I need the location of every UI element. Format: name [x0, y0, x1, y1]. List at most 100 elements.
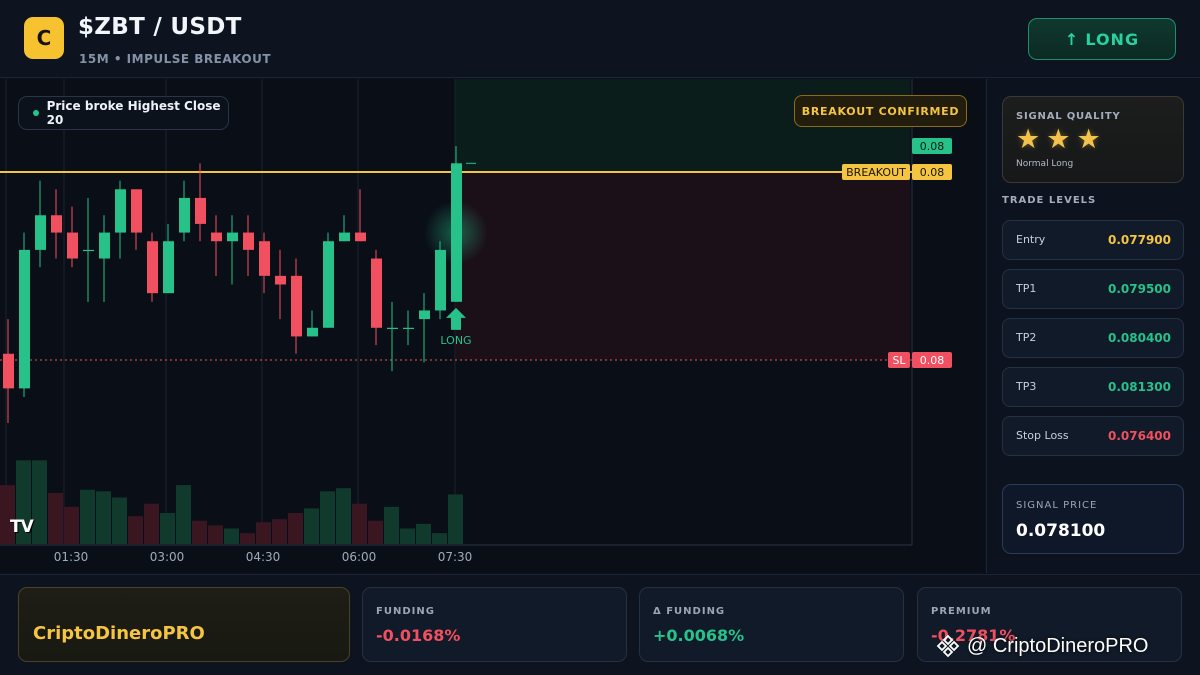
- signal-quality-card: SIGNAL QUALITY ★ ★ ★ Normal Long: [1002, 96, 1184, 183]
- candle-body: [35, 215, 46, 250]
- volume-bar: [240, 533, 255, 544]
- volume-bar: [448, 494, 463, 544]
- watermark-text: @ CriptoDineroPRO: [967, 634, 1149, 657]
- trade-level-value: 0.079500: [1107, 282, 1171, 296]
- candle-body: [243, 232, 254, 250]
- sl-label: SL: [892, 354, 906, 367]
- trade-level-row: Entry 0.077900: [1002, 220, 1184, 260]
- candle-body: [147, 241, 158, 294]
- volume-bar: [32, 460, 47, 544]
- star-icon: ★: [1076, 124, 1101, 155]
- time-label: 06:00: [341, 550, 377, 564]
- volume-bar: [352, 503, 367, 544]
- volume-bar: [336, 488, 351, 544]
- trade-level-name: Stop Loss: [1016, 429, 1069, 442]
- long-signal-button[interactable]: ↑ LONG: [1028, 18, 1176, 60]
- volume-bar: [224, 528, 239, 544]
- trade-level-name: TP2: [1016, 331, 1037, 344]
- star-icon: ★: [1046, 124, 1071, 155]
- signal-price-card: SIGNAL PRICE 0.078100: [1002, 484, 1184, 554]
- header-bar: C $ZBT / USDT 15M • IMPULSE BREAKOUT ↑ L…: [0, 0, 1200, 78]
- volume-bar: [368, 520, 383, 544]
- volume-bar: [384, 506, 399, 544]
- volume-bar: [144, 503, 159, 544]
- app-logo: C: [24, 17, 64, 59]
- volume-bar: [416, 523, 431, 544]
- candle-body: [131, 189, 142, 233]
- time-label: 07:30: [437, 550, 473, 564]
- brand-card: CriptoDineroPRO: [18, 587, 350, 662]
- status-dot-icon: [33, 110, 39, 116]
- candle-body: [195, 197, 206, 224]
- volume-bar: [320, 491, 335, 544]
- breakout-confirmed-badge: BREAKOUT CONFIRMED: [794, 95, 967, 127]
- watermark: @ CriptoDineroPRO: [935, 633, 1148, 659]
- time-label: 01:30: [53, 550, 89, 564]
- pair-title: $ZBT / USDT: [78, 14, 242, 40]
- delta-funding-card: Δ FUNDING +0.0068%: [639, 587, 904, 662]
- candle-body: [99, 232, 110, 259]
- signal-quality-title: SIGNAL QUALITY: [1016, 111, 1121, 122]
- volume-bar: [160, 513, 175, 544]
- price-tag-top: 0.08: [920, 140, 945, 153]
- volume-bar: [80, 489, 95, 544]
- candle-body: [371, 258, 382, 328]
- volume-bar: [96, 491, 111, 544]
- long-signal-marker: LONG: [440, 334, 471, 347]
- breakout-note: Price broke Highest Close 20: [18, 96, 229, 130]
- trade-level-row: Stop Loss 0.076400: [1002, 416, 1184, 456]
- candle-body: [435, 249, 446, 311]
- candle-body: [355, 232, 366, 242]
- trade-level-value: 0.077900: [1107, 233, 1171, 247]
- trade-levels-title: TRADE LEVELS: [1002, 195, 1097, 206]
- volume-bar: [400, 528, 415, 544]
- signal-quality-subtitle: Normal Long: [1016, 159, 1074, 169]
- time-label: 03:00: [149, 550, 185, 564]
- candle-body: [387, 327, 398, 329]
- volume-bar: [288, 513, 303, 544]
- trade-level-value: 0.080400: [1107, 331, 1171, 345]
- funding-label: FUNDING: [376, 606, 435, 617]
- volume-bar: [128, 516, 143, 544]
- candle-body: [227, 232, 238, 242]
- signal-price-label: SIGNAL PRICE: [1016, 500, 1098, 511]
- candle-body: [323, 241, 334, 328]
- breakout-price-tag: 0.08: [920, 166, 945, 179]
- candle-body: [291, 275, 302, 337]
- star-icon: ★: [1016, 124, 1041, 155]
- candle-body: [179, 197, 190, 233]
- candle-body: [51, 215, 62, 233]
- brand-name: CriptoDineroPRO: [33, 623, 205, 644]
- star-rating: ★ ★ ★: [1016, 125, 1101, 155]
- volume-bar: [272, 519, 287, 544]
- candle-body: [115, 189, 126, 233]
- candle-body: [307, 327, 318, 337]
- candle-body: [419, 310, 430, 320]
- long-signal-label: LONG: [1085, 29, 1140, 49]
- trade-level-name: TP1: [1016, 282, 1037, 295]
- volume-bar: [192, 520, 207, 544]
- delta-funding-label: Δ FUNDING: [653, 606, 726, 617]
- premium-label: PREMIUM: [931, 606, 992, 617]
- volume-bar: [64, 506, 79, 544]
- candlestick-chart[interactable]: LONG 0.08 BREAKOUT 0.08 SL 0.08: [0, 79, 985, 573]
- volume-bar: [304, 508, 319, 544]
- arrow-up-icon: ↑: [1064, 29, 1080, 49]
- delta-funding-value: +0.0068%: [653, 626, 745, 645]
- signal-price-value: 0.078100: [1016, 521, 1106, 541]
- volume-bar: [48, 492, 63, 544]
- funding-value: -0.0168%: [376, 626, 461, 645]
- funding-card: FUNDING -0.0168%: [362, 587, 627, 662]
- volume-bar: [112, 497, 127, 544]
- price-chart[interactable]: LONG 0.08 BREAKOUT 0.08 SL 0.08: [0, 79, 985, 573]
- candle-body: [3, 353, 14, 389]
- volume-bar: [432, 533, 447, 544]
- time-label: 04:30: [245, 550, 281, 564]
- trade-level-row: TP1 0.079500: [1002, 269, 1184, 309]
- candle-body: [19, 249, 30, 389]
- breakout-label: BREAKOUT: [846, 166, 906, 179]
- pair-subtitle: 15M • IMPULSE BREAKOUT: [79, 52, 272, 66]
- binance-icon: [936, 634, 960, 658]
- candle-body: [339, 232, 350, 242]
- candle-body: [163, 241, 174, 294]
